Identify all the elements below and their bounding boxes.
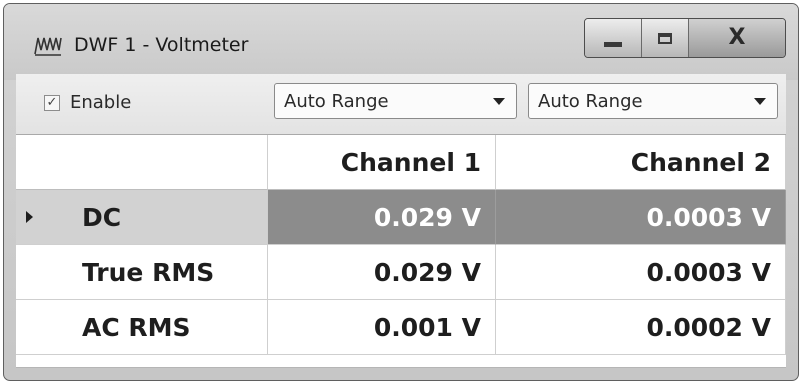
column-header-channel-2[interactable]: Channel 2 (496, 135, 786, 190)
corner-header (16, 135, 268, 190)
maximize-button[interactable] (642, 19, 689, 57)
row-label: AC RMS (82, 312, 191, 342)
table-cell[interactable]: 0.001 V (268, 300, 496, 355)
row-label: True RMS (82, 257, 215, 287)
table-cell[interactable]: 0.029 V (268, 245, 496, 300)
chevron-down-icon (493, 98, 505, 105)
row-header[interactable]: True RMS (16, 245, 268, 300)
row-header[interactable]: DC (16, 190, 268, 245)
table-cell[interactable]: 0.0002 V (496, 300, 786, 355)
minimize-button[interactable] (585, 19, 642, 57)
row-label: DC (82, 202, 122, 232)
minimize-icon (604, 41, 622, 47)
window-title: DWF 1 - Voltmeter (74, 34, 249, 56)
row-header[interactable]: AC RMS (16, 300, 268, 355)
title-bar[interactable]: DWF 1 - Voltmeter X (4, 4, 798, 80)
table-cell[interactable]: 0.0003 V (496, 245, 786, 300)
window-controls: X (584, 18, 786, 58)
enable-label: Enable (70, 92, 132, 113)
table-cell[interactable]: 0.0003 V (496, 190, 786, 245)
channel1-range-value: Auto Range (284, 90, 389, 112)
table-cell[interactable]: 0.029 V (268, 190, 496, 245)
voltmeter-window: DWF 1 - Voltmeter X ✓ Enable Auto Range … (3, 3, 799, 381)
channel2-range-value: Auto Range (538, 90, 643, 112)
close-button[interactable]: X (689, 19, 785, 57)
checkbox-box[interactable]: ✓ (44, 94, 60, 111)
column-header-channel-1[interactable]: Channel 1 (268, 135, 496, 190)
chevron-down-icon (754, 98, 766, 105)
enable-checkbox[interactable]: ✓ Enable (44, 92, 131, 113)
channel1-range-select[interactable]: Auto Range (274, 83, 517, 119)
waveforms-app-icon (34, 37, 62, 56)
channel2-range-select[interactable]: Auto Range (528, 83, 778, 119)
check-icon: ✓ (46, 95, 58, 110)
maximize-icon (658, 32, 672, 44)
close-icon: X (728, 25, 746, 50)
toolbar: ✓ Enable Auto Range Auto Range (16, 74, 786, 135)
measurement-table: Channel 1 Channel 2 DC 0.029 V 0.0003 V … (16, 135, 786, 368)
current-row-arrow-icon (26, 211, 33, 223)
